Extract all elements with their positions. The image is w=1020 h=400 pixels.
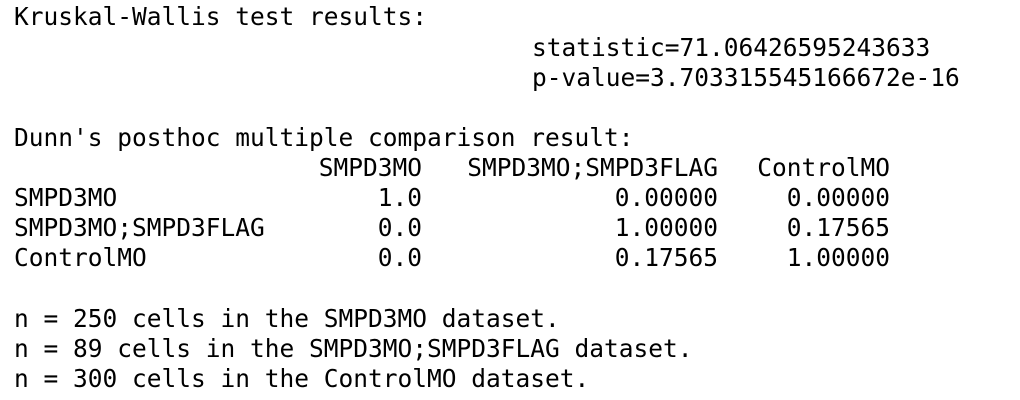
row-label: SMPD3MO;SMPD3FLAG: [14, 213, 265, 242]
table-cell: 0.00000: [614, 183, 718, 212]
count-line: n = 89 cells in the SMPD3MO;SMPD3FLAG da…: [14, 334, 693, 363]
table-cell: 0.17565: [614, 243, 718, 272]
count-line: n = 250 cells in the SMPD3MO dataset.: [14, 304, 560, 333]
table-cell: 1.0: [377, 183, 422, 212]
row-label: ControlMO: [14, 243, 147, 272]
table-cell: 0.0: [377, 213, 422, 242]
column-header: SMPD3MO: [318, 153, 422, 182]
column-header: ControlMO: [757, 153, 890, 182]
count-line: n = 300 cells in the ControlMO dataset.: [14, 364, 590, 393]
kruskal-statistic: statistic=71.06426595243633: [532, 33, 931, 62]
table-cell: 0.0: [377, 243, 422, 272]
dunn-title: Dunn's posthoc multiple comparison resul…: [14, 123, 634, 152]
kruskal-pvalue: p-value=3.703315545166672e-16: [532, 63, 960, 92]
table-cell: 1.00000: [614, 213, 718, 242]
kruskal-title: Kruskal-Wallis test results:: [14, 2, 428, 31]
table-cell: 1.00000: [786, 243, 890, 272]
column-header: SMPD3MO;SMPD3FLAG: [467, 153, 718, 182]
row-label: SMPD3MO: [14, 183, 118, 212]
table-cell: 0.00000: [786, 183, 890, 212]
table-cell: 0.17565: [786, 213, 890, 242]
